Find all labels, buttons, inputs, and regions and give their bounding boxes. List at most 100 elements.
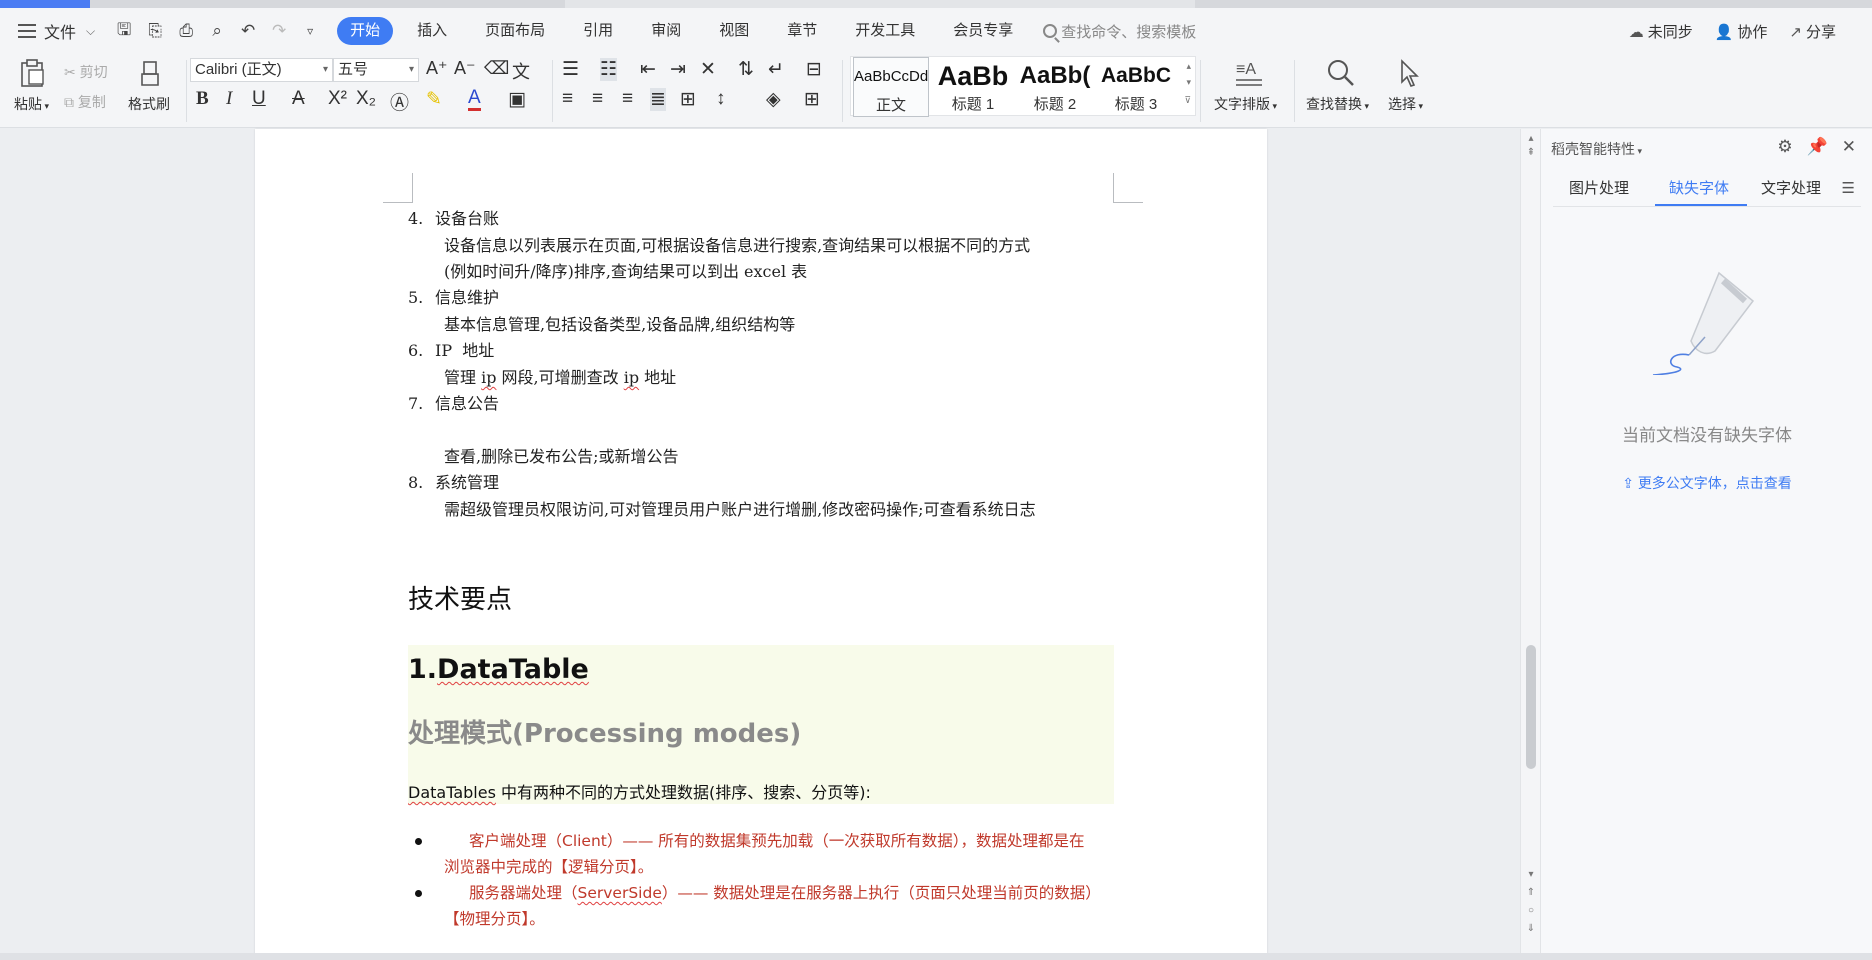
redo-icon[interactable]: ↷: [268, 20, 290, 42]
scroll-up-icon[interactable]: ▴: [1525, 133, 1537, 144]
search-icon: [1043, 24, 1058, 38]
tab-missing-fonts[interactable]: 缺失字体: [1669, 177, 1729, 198]
chinese-layout-icon[interactable]: ✕: [700, 58, 716, 81]
scroll-down-icon[interactable]: ▾: [1525, 869, 1537, 880]
tab-developer[interactable]: 开发工具: [841, 17, 929, 45]
increase-indent-icon[interactable]: ⇥: [670, 58, 686, 81]
tab-stop-icon[interactable]: ⊟: [806, 58, 822, 81]
tab-review[interactable]: 审阅: [637, 17, 695, 45]
distributed-align-icon[interactable]: ⊞: [680, 88, 696, 111]
align-left-icon[interactable]: ≡: [562, 88, 573, 110]
shading-icon[interactable]: ◈: [766, 88, 781, 111]
highlight-icon[interactable]: ✎: [426, 88, 442, 111]
style-heading-3[interactable]: AaBbC 标题 3: [1097, 57, 1175, 117]
collab-button[interactable]: 👤 协作: [1715, 21, 1768, 42]
menu-icon[interactable]: ☰: [1842, 179, 1855, 197]
document-tab[interactable]: [90, 0, 565, 8]
numbered-list-icon[interactable]: ☷: [600, 58, 618, 81]
font-size-select[interactable]: 五号 ▾: [333, 58, 419, 82]
tab-section[interactable]: 章节: [773, 17, 831, 45]
export-pdf-icon[interactable]: ⎘: [144, 20, 166, 42]
tab-view[interactable]: 视图: [705, 17, 763, 45]
close-icon[interactable]: ✕: [1842, 137, 1856, 157]
align-right-icon[interactable]: ≡: [622, 88, 633, 110]
customize-toolbar-icon[interactable]: ▿: [299, 20, 321, 42]
show-marks-icon[interactable]: ↵: [768, 58, 784, 81]
select-browse-icon[interactable]: ○: [1525, 905, 1537, 916]
line-spacing-icon[interactable]: ↕: [716, 88, 726, 110]
tab-home[interactable]: 开始: [337, 17, 394, 45]
print-icon[interactable]: ⎙: [175, 20, 197, 42]
panel-title-dropdown[interactable]: 稻壳智能特性 ▾: [1551, 139, 1642, 159]
cursor-icon[interactable]: [1394, 58, 1424, 88]
next-page-icon[interactable]: ⇓: [1525, 923, 1537, 934]
paste-icon[interactable]: [17, 58, 47, 88]
format-painter-button[interactable]: 格式刷: [128, 94, 170, 114]
paragraph-datatables: DataTables 中有两种不同的方式处理数据(排序、搜索、分页等):: [408, 779, 871, 803]
clear-format-icon[interactable]: ⌫: [484, 58, 509, 79]
text-layout-icon[interactable]: ≡A: [1234, 58, 1264, 88]
tab-page-layout[interactable]: 页面布局: [471, 17, 559, 45]
decrease-indent-icon[interactable]: ⇤: [640, 58, 656, 81]
vertical-scrollbar[interactable]: ▴ ⇞ ▾ ⇑ ○ ⇓: [1520, 129, 1540, 960]
bullet-list-icon[interactable]: ☰: [562, 58, 579, 81]
document-tab[interactable]: [1195, 0, 1872, 8]
italic-button[interactable]: I: [226, 88, 232, 110]
command-search[interactable]: 查找命令、搜索模板: [1043, 21, 1196, 42]
print-preview-icon[interactable]: ⌕: [206, 20, 228, 42]
bold-button[interactable]: B: [196, 88, 209, 110]
ribbon-tabs: 开始 插入 页面布局 引用 审阅 视图 章节 开发工具 会员专享: [337, 17, 1037, 45]
char-border-icon[interactable]: ▣: [508, 88, 526, 111]
copy-button[interactable]: ⧉ 复制: [64, 92, 106, 112]
brush-icon[interactable]: [136, 58, 166, 88]
sort-icon[interactable]: ⇅: [738, 58, 754, 81]
find-replace-button[interactable]: 查找替换 ▾: [1306, 94, 1369, 114]
prev-page-icon[interactable]: ⇑: [1525, 887, 1537, 898]
borders-icon[interactable]: ⊞: [804, 88, 820, 111]
underline-button[interactable]: U: [252, 88, 266, 110]
justify-icon[interactable]: ≣: [650, 88, 666, 111]
align-center-icon[interactable]: ≡: [592, 88, 603, 110]
paste-button[interactable]: 粘贴 ▾: [14, 94, 49, 114]
phonetic-icon[interactable]: 文: [512, 58, 530, 84]
gear-icon[interactable]: ⚙: [1777, 137, 1792, 157]
text-layout-button[interactable]: 文字排版 ▾: [1214, 94, 1277, 114]
find-icon[interactable]: [1326, 58, 1356, 88]
file-menu[interactable]: 文件 ⌵: [18, 19, 95, 43]
shrink-font-icon[interactable]: A⁻: [454, 58, 476, 79]
scrollbar-thumb[interactable]: [1526, 645, 1536, 769]
cut-button[interactable]: ✂ 剪切: [64, 62, 108, 82]
undo-icon[interactable]: ↶: [237, 20, 259, 42]
text-effect-icon[interactable]: Ⓐ: [390, 88, 409, 115]
subscript-icon[interactable]: X₂: [356, 88, 376, 110]
scroll-up-icon[interactable]: ▴: [1186, 61, 1191, 72]
tab-text-processing[interactable]: 文字处理: [1761, 177, 1821, 198]
style-heading-2[interactable]: AaBb( 标题 2: [1015, 57, 1095, 117]
more-fonts-link[interactable]: ⇪ 更多公文字体，点击查看: [1541, 473, 1872, 493]
list-desc: 需超级管理员权限访问,可对管理员用户账户进行增删,修改密码操作;可查看系统日志: [444, 500, 1036, 519]
save-icon[interactable]: 🖫: [113, 20, 135, 42]
style-normal[interactable]: AaBbCcDd 正文: [853, 57, 929, 117]
tab-references[interactable]: 引用: [569, 17, 627, 45]
font-color-icon[interactable]: A: [468, 88, 481, 111]
document-area[interactable]: 4. 设备台账 设备信息以列表展示在页面,可根据设备信息进行搜索,查询结果可以根据…: [0, 129, 1525, 960]
tab-membership[interactable]: 会员专享: [939, 17, 1027, 45]
right-side-panel: 稻壳智能特性 ▾ ⚙ 📌 ✕ 图片处理 缺失字体 文字处理 ☰ 当前文档没有缺失…: [1540, 129, 1872, 960]
select-button[interactable]: 选择 ▾: [1388, 94, 1423, 114]
more-styles-icon[interactable]: ⊽: [1184, 95, 1191, 106]
strikethrough-icon[interactable]: A: [292, 88, 305, 110]
sync-button[interactable]: ☁ 未同步: [1629, 21, 1693, 42]
tab-image-processing[interactable]: 图片处理: [1569, 177, 1629, 198]
pin-icon[interactable]: 📌: [1807, 137, 1828, 157]
scroll-down-icon[interactable]: ▾: [1186, 77, 1191, 88]
tab-insert[interactable]: 插入: [403, 17, 461, 45]
font-name-select[interactable]: Calibri (正文) ▾: [190, 58, 333, 82]
list-desc: 管理 ip 网段,可增删查改 ip 地址: [444, 364, 676, 388]
grow-font-icon[interactable]: A⁺: [426, 58, 448, 79]
active-tab-indicator[interactable]: [0, 0, 90, 8]
style-heading-1[interactable]: AaBb 标题 1: [933, 57, 1013, 117]
superscript-icon[interactable]: X²: [328, 88, 347, 110]
share-button[interactable]: ↗ 分享: [1789, 21, 1836, 42]
cut-label: 剪切: [79, 64, 108, 80]
page-up-icon[interactable]: ⇞: [1525, 147, 1537, 158]
